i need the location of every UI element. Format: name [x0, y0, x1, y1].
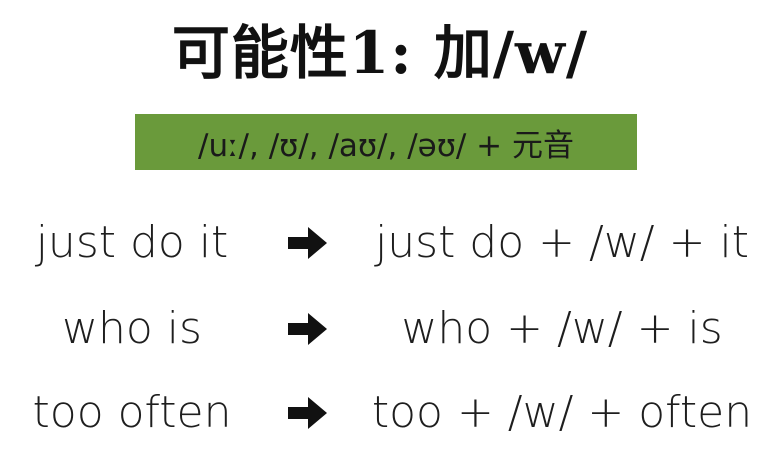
example-phrase: just do it — [35, 217, 229, 268]
example-linking: just do + /w/ + it — [375, 217, 749, 268]
example-linking: too + /w/ + often — [371, 387, 753, 438]
arrow-right-icon — [288, 227, 327, 259]
arrow-right-icon — [288, 313, 327, 345]
example-row-1: just do it just do + /w/ + it — [0, 206, 760, 280]
page-title: 可能性1: 加/w/ — [171, 19, 589, 87]
example-phrase: who is — [62, 303, 202, 354]
example-phrase: too often — [32, 387, 232, 438]
example-row-3: too often too + /w/ + often — [0, 376, 760, 450]
example-row-2: who is who + /w/ + is — [0, 292, 760, 366]
vowel-banner: /uː/, /ʊ/, /aʊ/, /əʊ/ + 元音 — [135, 114, 637, 170]
vowel-banner-text: /uː/, /ʊ/, /aʊ/, /əʊ/ + 元音 — [198, 127, 574, 164]
arrow-right-icon — [288, 397, 327, 429]
example-linking: who + /w/ + is — [401, 303, 723, 354]
